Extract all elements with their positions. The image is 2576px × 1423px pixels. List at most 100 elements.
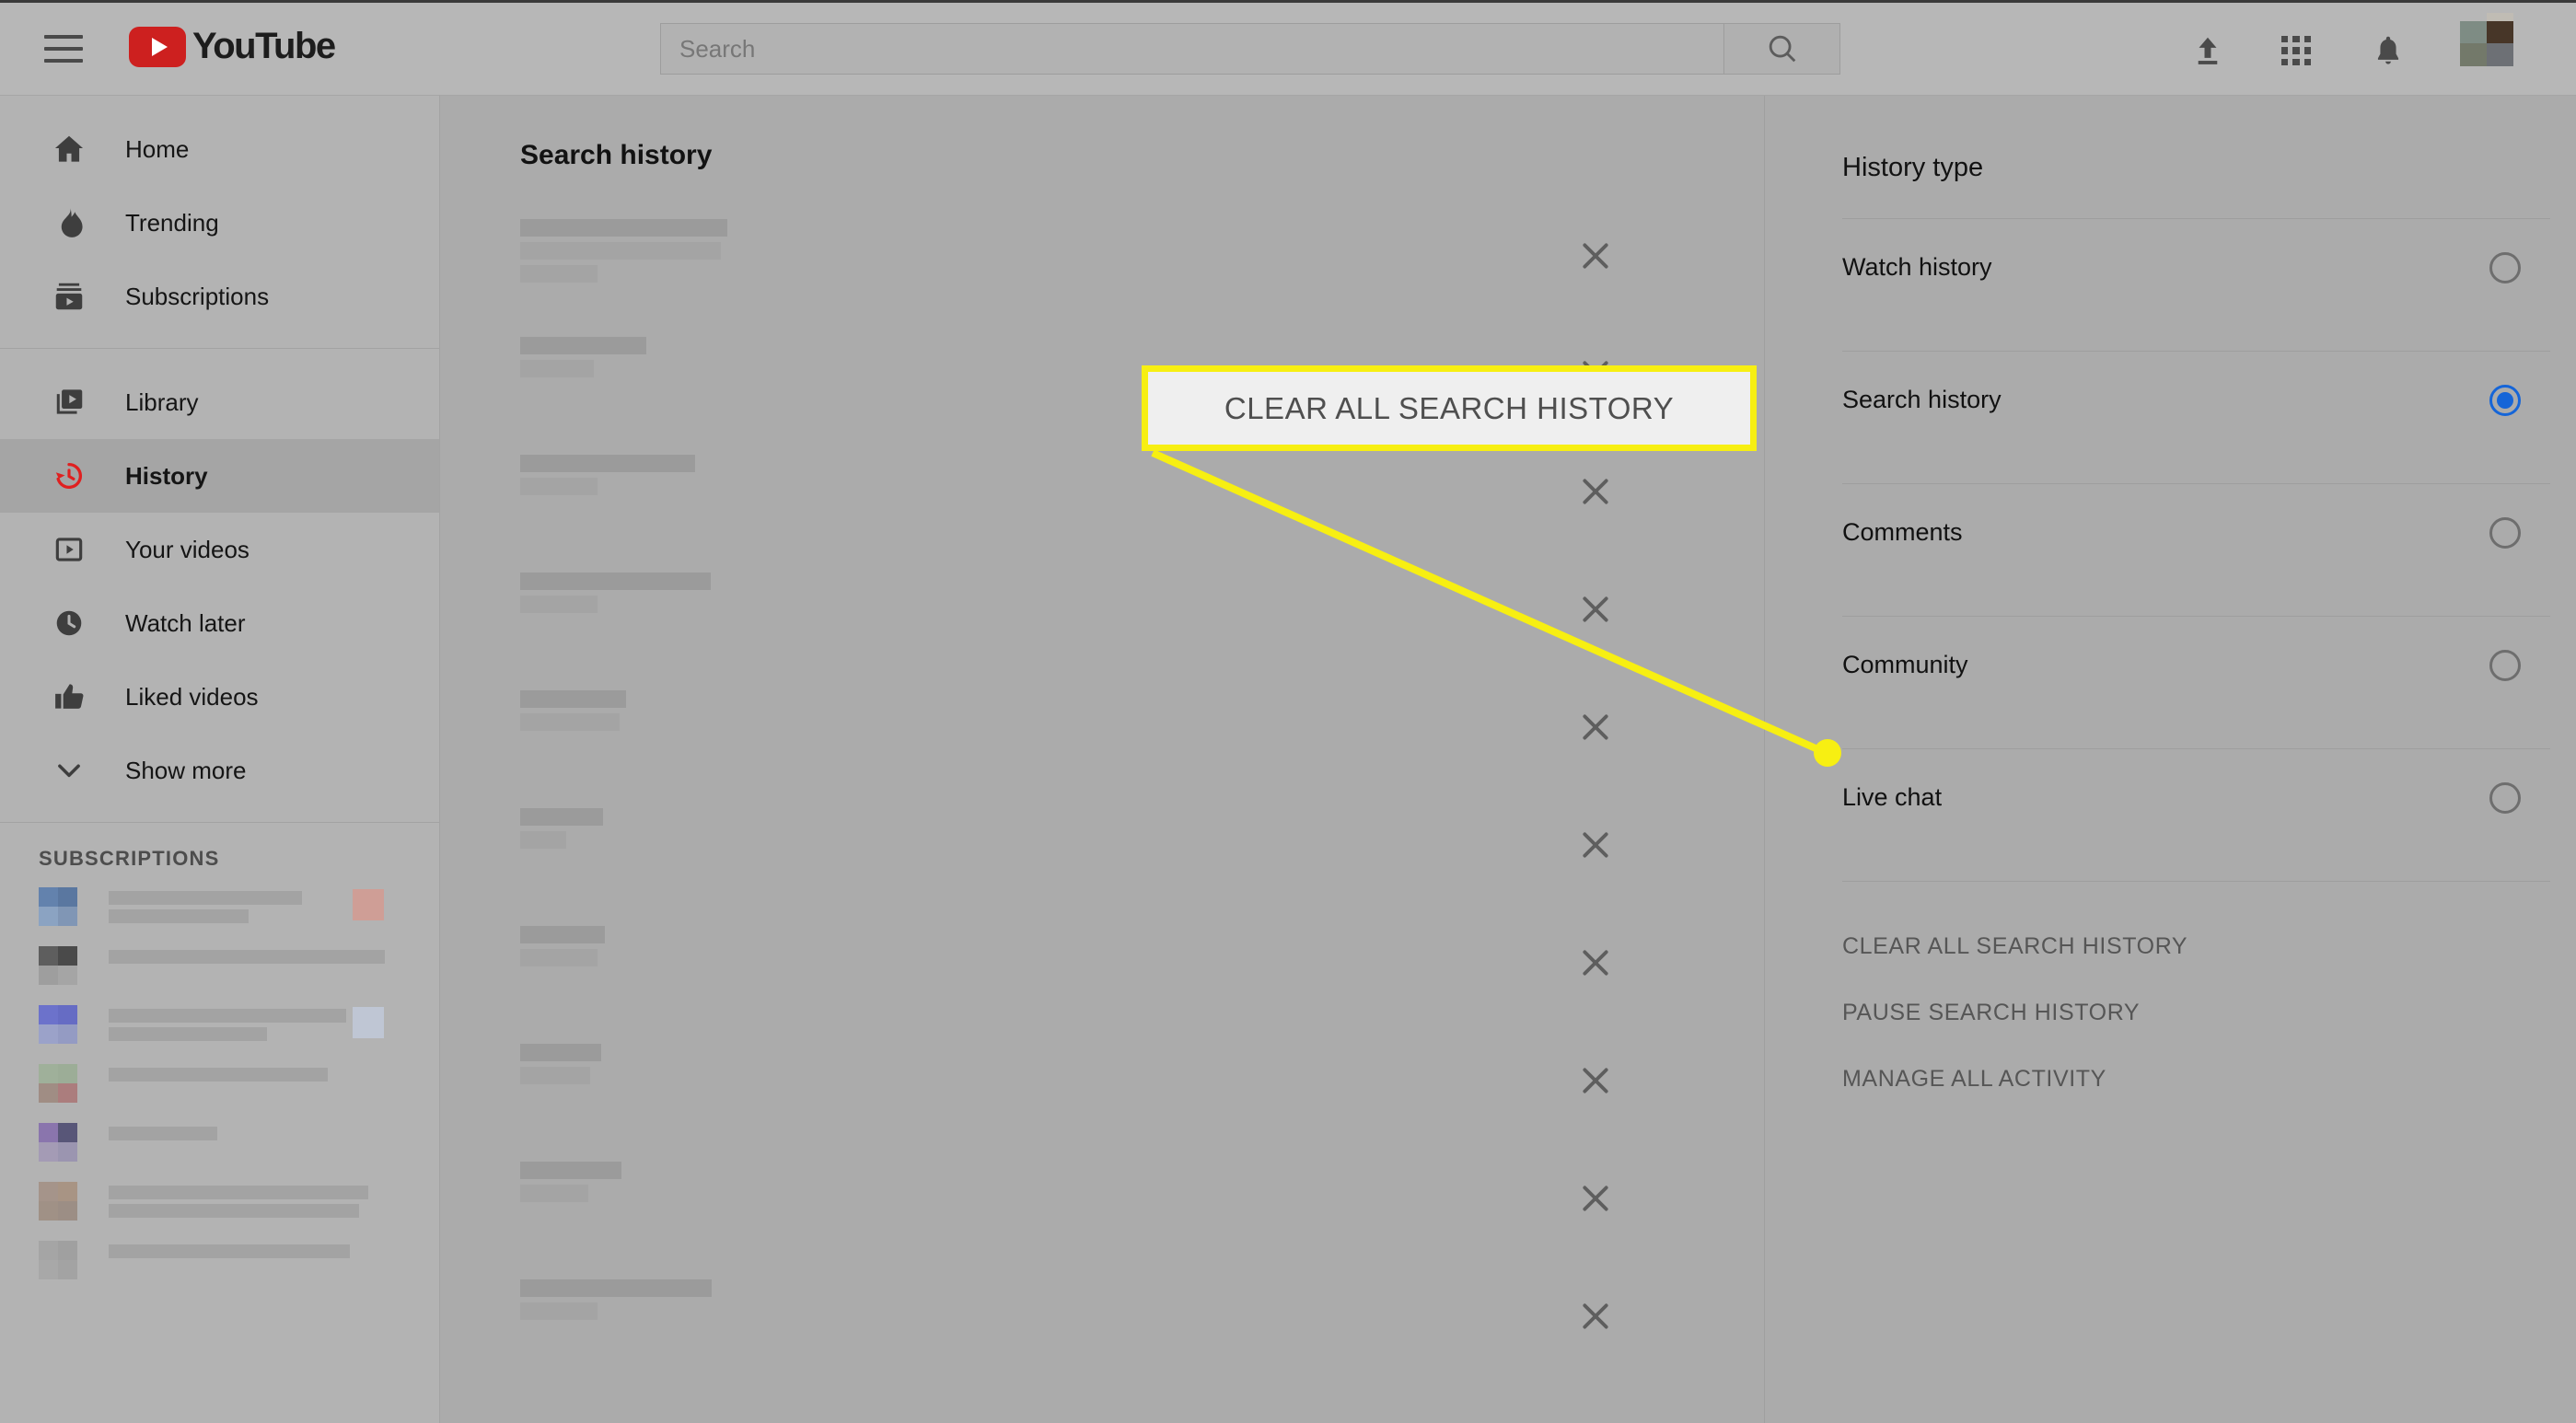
- option-label: Watch history: [1842, 253, 1992, 281]
- history-type-options: Watch history Search history Comments Commu…: [1765, 218, 2576, 882]
- play-button-icon: [129, 26, 186, 67]
- upload-icon: [2198, 37, 2218, 64]
- subscription-avatar: [39, 887, 77, 926]
- sidebar-item-your-videos[interactable]: Your videos: [0, 513, 439, 586]
- sidebar-item-watch-later[interactable]: Watch later: [0, 586, 439, 660]
- history-actions-list: CLEAR ALL SEARCH HISTORY PAUSE SEARCH HIS…: [1765, 882, 2576, 1112]
- logo-wordmark: YouTube: [192, 26, 336, 66]
- subscription-name-redacted: [109, 1064, 439, 1086]
- radio-button[interactable]: [2489, 649, 2521, 681]
- top-navigation-bar: YouTube: [0, 0, 2576, 96]
- thumbs-up-icon: [48, 676, 90, 718]
- history-type-option-watch-history[interactable]: Watch history: [1765, 219, 2576, 316]
- subscription-avatar: [39, 1123, 77, 1162]
- subscription-item[interactable]: [0, 887, 439, 946]
- subscription-item[interactable]: [0, 1005, 439, 1064]
- action-pause-search-history[interactable]: PAUSE SEARCH HISTORY: [1765, 979, 2576, 1046]
- home-icon: [48, 128, 90, 170]
- search-query-redacted: [520, 1031, 1220, 1084]
- search-history-row[interactable]: [441, 206, 1763, 324]
- search-query-redacted: [520, 795, 1220, 849]
- sidebar-secondary-group: Library History Your videos Watch later …: [0, 349, 439, 822]
- option-label: Search history: [1842, 386, 2002, 413]
- search-input[interactable]: [660, 23, 1723, 75]
- action-manage-all-activity[interactable]: MANAGE ALL ACTIVITY: [1765, 1046, 2576, 1112]
- sidebar-item-trending[interactable]: Trending: [0, 186, 439, 260]
- your-videos-icon: [48, 528, 90, 571]
- search-history-row[interactable]: [441, 442, 1763, 560]
- close-x-icon[interactable]: [1575, 1060, 1616, 1101]
- bell-icon: [2377, 36, 2399, 64]
- sidebar-label: Liked videos: [125, 682, 259, 711]
- subscription-avatar: [39, 946, 77, 985]
- subscription-name-redacted: [109, 1182, 439, 1222]
- hamburger-menu-icon[interactable]: [44, 35, 83, 63]
- history-clock-icon: [48, 455, 90, 497]
- subscription-avatar: [39, 1241, 77, 1279]
- subscription-item[interactable]: [0, 1182, 439, 1241]
- search-history-row[interactable]: [441, 1267, 1763, 1384]
- sidebar-label: Home: [125, 134, 190, 163]
- close-x-icon[interactable]: [1575, 236, 1616, 276]
- history-type-option-comments[interactable]: Comments: [1765, 484, 2576, 581]
- close-x-icon[interactable]: [1575, 1178, 1616, 1219]
- radio-button[interactable]: [2489, 781, 2521, 814]
- sidebar-label: Library: [125, 388, 199, 416]
- history-type-option-live-chat[interactable]: Live chat: [1765, 749, 2576, 846]
- avatar[interactable]: [2460, 13, 2513, 66]
- history-type-title: History type: [1842, 153, 1984, 182]
- sidebar-item-show-more[interactable]: Show more: [0, 734, 439, 807]
- close-x-icon[interactable]: [1575, 707, 1616, 747]
- search-query-redacted: [520, 1149, 1220, 1202]
- search-query-redacted: [520, 206, 1220, 283]
- search-history-row[interactable]: [441, 913, 1763, 1031]
- subscription-item[interactable]: [0, 1241, 439, 1300]
- search-query-redacted: [520, 677, 1220, 731]
- subscription-item[interactable]: [0, 946, 439, 1005]
- search-history-row[interactable]: [441, 677, 1763, 795]
- history-type-option-community[interactable]: Community: [1765, 617, 2576, 713]
- search-history-row[interactable]: [441, 560, 1763, 677]
- subscription-badge: [353, 889, 384, 920]
- close-x-icon[interactable]: [1575, 471, 1616, 512]
- sidebar-item-subscriptions[interactable]: Subscriptions: [0, 260, 439, 333]
- close-x-icon[interactable]: [1575, 589, 1616, 630]
- search-bar: [660, 23, 1840, 75]
- sidebar-item-home[interactable]: Home: [0, 112, 439, 186]
- page-title: Search history: [520, 140, 713, 170]
- option-label: Comments: [1842, 518, 1963, 546]
- left-sidebar: Home Trending Subscriptions Library Hist…: [0, 96, 440, 1423]
- library-icon: [48, 381, 90, 423]
- sidebar-item-liked-videos[interactable]: Liked videos: [0, 660, 439, 734]
- subscription-item[interactable]: [0, 1064, 439, 1123]
- close-x-icon[interactable]: [1575, 943, 1616, 983]
- option-label: Community: [1842, 651, 1968, 678]
- search-history-row[interactable]: [441, 1031, 1763, 1149]
- subscription-item[interactable]: [0, 1123, 439, 1182]
- search-history-row[interactable]: [441, 1149, 1763, 1267]
- subscription-name-redacted: [109, 1241, 439, 1263]
- close-x-icon[interactable]: [1575, 825, 1616, 865]
- sidebar-primary-group: Home Trending Subscriptions: [0, 96, 439, 348]
- youtube-logo[interactable]: YouTube: [129, 26, 336, 67]
- apps-button[interactable]: [2277, 31, 2315, 70]
- radio-button[interactable]: [2489, 516, 2521, 549]
- search-history-row[interactable]: [441, 795, 1763, 913]
- search-button[interactable]: [1723, 23, 1840, 75]
- close-x-icon[interactable]: [1575, 1296, 1616, 1336]
- sidebar-item-library[interactable]: Library: [0, 365, 439, 439]
- history-type-panel: History type Watch history Search history…: [1764, 96, 2576, 1423]
- subscriptions-icon: [48, 275, 90, 318]
- upload-button[interactable]: [2188, 31, 2227, 70]
- radio-button[interactable]: [2489, 251, 2521, 283]
- radio-button[interactable]: [2489, 384, 2521, 416]
- notifications-button[interactable]: [2369, 31, 2408, 70]
- search-query-redacted: [520, 560, 1220, 613]
- subscription-name-redacted: [109, 1123, 439, 1145]
- history-type-option-search-history[interactable]: Search history: [1765, 352, 2576, 448]
- subscription-name-redacted: [109, 946, 385, 968]
- clock-icon: [48, 602, 90, 644]
- sidebar-item-history[interactable]: History: [0, 439, 439, 513]
- action-clear-all-search-history[interactable]: CLEAR ALL SEARCH HISTORY: [1765, 913, 2576, 979]
- apps-grid-icon: [2281, 36, 2311, 65]
